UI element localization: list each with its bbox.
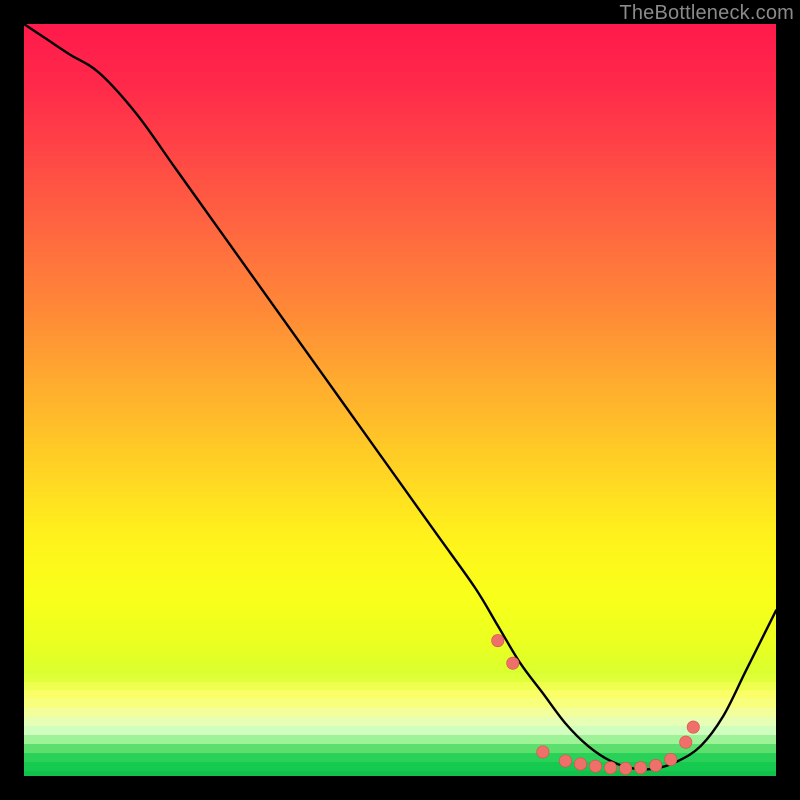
data-point-marker — [492, 634, 504, 646]
data-point-marker — [604, 762, 616, 774]
curve-layer — [24, 24, 776, 776]
data-point-marker — [507, 657, 519, 669]
bottleneck-curve — [24, 24, 776, 769]
data-point-marker — [537, 746, 549, 758]
data-point-marker — [680, 736, 692, 748]
data-point-marker — [665, 753, 677, 765]
data-point-marker — [687, 721, 699, 733]
plot-area — [24, 24, 776, 776]
watermark-text: TheBottleneck.com — [619, 2, 794, 25]
data-point-marker — [559, 755, 571, 767]
data-point-marker — [634, 762, 646, 774]
chart-frame: TheBottleneck.com — [0, 0, 800, 800]
data-point-marker — [589, 760, 601, 772]
data-point-marker — [619, 762, 631, 774]
data-point-marker — [649, 759, 661, 771]
data-point-marker — [574, 758, 586, 770]
